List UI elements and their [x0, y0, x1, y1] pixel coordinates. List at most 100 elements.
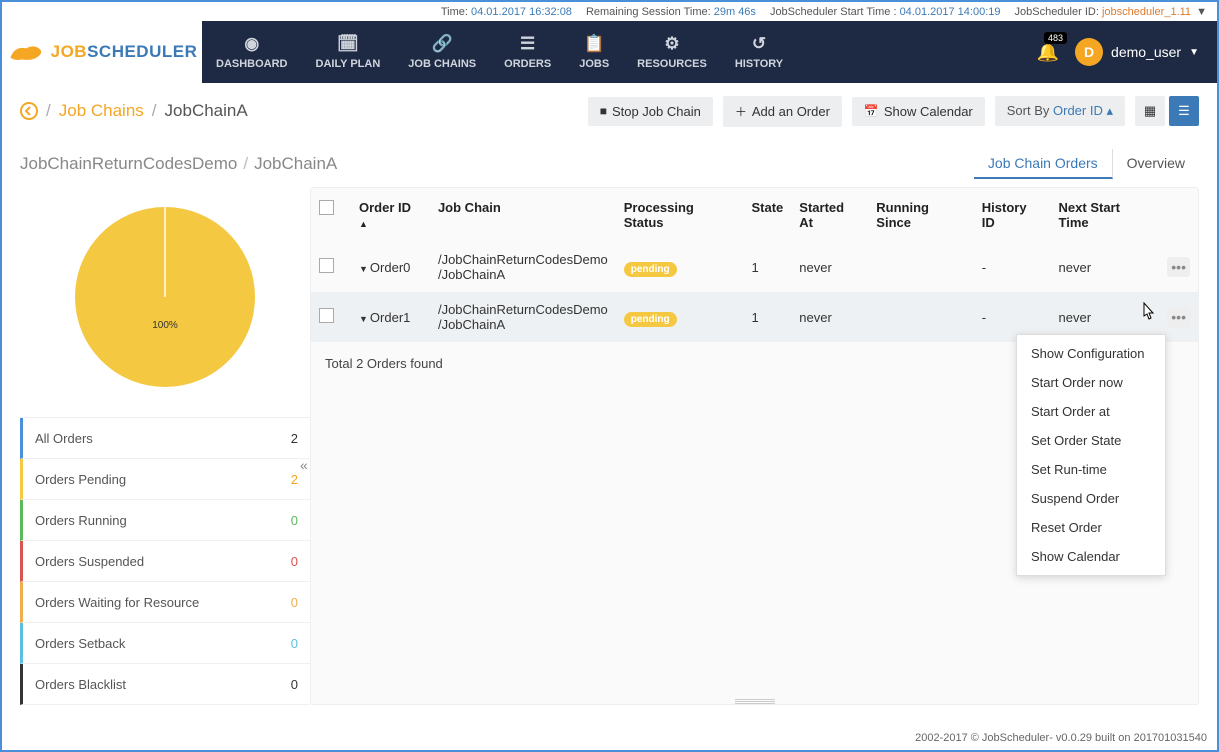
ctx-item-suspend-order[interactable]: Suspend Order [1017, 484, 1165, 513]
job-chain-cell: /JobChainReturnCodesDemo/JobChainA [430, 292, 616, 342]
status-filter-setback[interactable]: Orders Setback0 [20, 623, 310, 664]
row-checkbox[interactable] [319, 258, 334, 273]
state-cell: 1 [744, 292, 792, 342]
toolbar: / Job Chains / JobChainA ■Stop Job Chain… [2, 83, 1217, 139]
row-actions-button[interactable]: ••• [1167, 307, 1190, 327]
status-badge: pending [624, 262, 677, 277]
status-label: Orders Blacklist [35, 677, 126, 692]
sort-dropdown[interactable]: Sort By Order ID ▴ [995, 96, 1125, 126]
orders-pie-chart: 100% [20, 187, 310, 417]
breadcrumb: / Job Chains / JobChainA [20, 101, 248, 121]
job-chain-cell: /JobChainReturnCodesDemo/JobChainA [430, 242, 616, 292]
ctx-item-start-order-at[interactable]: Start Order at [1017, 397, 1165, 426]
ctx-item-start-order-now[interactable]: Start Order now [1017, 368, 1165, 397]
stop-job-chain-button[interactable]: ■Stop Job Chain [588, 97, 713, 126]
status-filter-pending[interactable]: Orders Pending2 [20, 459, 310, 500]
nav-job-chains[interactable]: 🔗JOB CHAINS [394, 21, 490, 83]
status-count: 2 [291, 431, 298, 446]
tab-overview[interactable]: Overview [1113, 149, 1199, 179]
sub-breadcrumb-current: JobChainA [254, 154, 337, 173]
collapse-sidebar-button[interactable]: « [300, 457, 308, 473]
col-order-id[interactable]: Order ID [351, 188, 430, 242]
status-badge: pending [624, 312, 677, 327]
nav-history[interactable]: ↺HISTORY [721, 21, 797, 83]
main-nav: JOBSCHEDULER ◉DASHBOARD 🗓DAILY PLAN 🔗JOB… [2, 21, 1217, 83]
ctx-item-reset-order[interactable]: Reset Order [1017, 513, 1165, 542]
bell-icon: 🔔 [1037, 42, 1059, 62]
caret-down-icon: ▼ [359, 314, 368, 324]
scheduler-id[interactable]: JobScheduler ID: jobscheduler_1.11 ▼ [1015, 6, 1208, 18]
orders-table: Order ID Job Chain Processing Status Sta… [311, 188, 1198, 342]
state-cell: 1 [744, 242, 792, 292]
ctx-item-show-calendar[interactable]: Show Calendar [1017, 542, 1165, 571]
arrow-left-circle-icon [20, 102, 38, 120]
nav-jobs[interactable]: 📋JOBS [565, 21, 623, 83]
col-processing-status[interactable]: Processing Status [616, 188, 744, 242]
status-filter-suspended[interactable]: Orders Suspended0 [20, 541, 310, 582]
row-actions-button[interactable]: ••• [1167, 257, 1190, 277]
calendar-icon: 📅 [864, 104, 879, 118]
start-time-label: JobScheduler Start Time : 04.01.2017 14:… [770, 6, 1001, 18]
list-icon: ☰ [520, 34, 535, 54]
user-name: demo_user [1111, 44, 1181, 60]
dashboard-icon: ◉ [244, 34, 259, 54]
notifications-button[interactable]: 483 🔔 [1037, 42, 1059, 63]
sub-breadcrumb-parent[interactable]: JobChainReturnCodesDemo [20, 154, 237, 173]
grid-view-button[interactable]: ▦ [1135, 96, 1165, 126]
caret-down-icon: ▼ [1193, 6, 1207, 18]
nav-items: ◉DASHBOARD 🗓DAILY PLAN 🔗JOB CHAINS ☰ORDE… [202, 21, 797, 83]
ctx-item-set-order-state[interactable]: Set Order State [1017, 426, 1165, 455]
breadcrumb-job-chains[interactable]: Job Chains [59, 101, 144, 121]
col-next-start-time[interactable]: Next Start Time [1051, 188, 1160, 242]
order-id-cell[interactable]: ▼Order0 [351, 242, 430, 292]
notification-badge: 483 [1044, 32, 1067, 44]
ctx-item-set-run-time[interactable]: Set Run-time [1017, 455, 1165, 484]
started-at-cell: never [791, 292, 868, 342]
status-filter-running[interactable]: Orders Running0 [20, 500, 310, 541]
add-order-button[interactable]: ＋Add an Order [723, 96, 842, 127]
chain-icon: 🔗 [432, 34, 453, 54]
back-button[interactable] [20, 102, 38, 120]
status-filter-waiting[interactable]: Orders Waiting for Resource 0 [20, 582, 310, 623]
time-label: Time: 04.01.2017 16:32:08 [441, 6, 572, 18]
order-id-cell[interactable]: ▼Order1 [351, 292, 430, 342]
col-state[interactable]: State [744, 188, 792, 242]
started-at-cell: never [791, 242, 868, 292]
resize-handle[interactable] [735, 698, 775, 704]
user-menu[interactable]: D demo_user ▼ [1075, 38, 1199, 66]
status-label: Orders Waiting for Resource [35, 595, 199, 610]
select-all-checkbox[interactable] [319, 200, 334, 215]
col-history-id[interactable]: History ID [974, 188, 1051, 242]
nav-resources[interactable]: ⚙RESOURCES [623, 21, 721, 83]
col-running-since[interactable]: Running Since [868, 188, 974, 242]
col-job-chain[interactable]: Job Chain [430, 188, 616, 242]
breadcrumb-sep: / [152, 101, 157, 121]
show-calendar-button[interactable]: 📅Show Calendar [852, 97, 985, 126]
nav-daily-plan[interactable]: 🗓DAILY PLAN [302, 21, 395, 83]
history-id-cell: - [974, 242, 1051, 292]
status-label: Orders Suspended [35, 554, 144, 569]
running-since-cell [868, 292, 974, 342]
calendar-icon: 🗓 [337, 34, 359, 54]
ctx-item-show-configuration[interactable]: Show Configuration [1017, 339, 1165, 368]
table-row[interactable]: ▼Order0/JobChainReturnCodesDemo/JobChain… [311, 242, 1198, 292]
nav-orders[interactable]: ☰ORDERS [490, 21, 565, 83]
logo[interactable]: JOBSCHEDULER [2, 21, 202, 83]
time-value: 04.01.2017 16:32:08 [471, 6, 572, 18]
status-filter-blacklist[interactable]: Orders Blacklist0 [20, 664, 310, 705]
caret-down-icon: ▼ [359, 264, 368, 274]
status-filter-all[interactable]: All Orders 2 [20, 418, 310, 459]
row-checkbox[interactable] [319, 308, 334, 323]
tab-job-chain-orders[interactable]: Job Chain Orders [974, 149, 1113, 179]
status-label: Orders Running [35, 513, 127, 528]
logo-text: JOBSCHEDULER [51, 42, 198, 62]
col-started-at[interactable]: Started At [791, 188, 868, 242]
running-since-cell [868, 242, 974, 292]
clipboard-icon: 📋 [584, 34, 605, 54]
status-label: All Orders [35, 431, 93, 446]
session-value: 29m 46s [714, 6, 756, 18]
nav-dashboard[interactable]: ◉DASHBOARD [202, 21, 302, 83]
status-count: 0 [291, 595, 298, 610]
next-start-cell: never [1051, 242, 1160, 292]
list-view-button[interactable]: ☰ [1169, 96, 1199, 126]
